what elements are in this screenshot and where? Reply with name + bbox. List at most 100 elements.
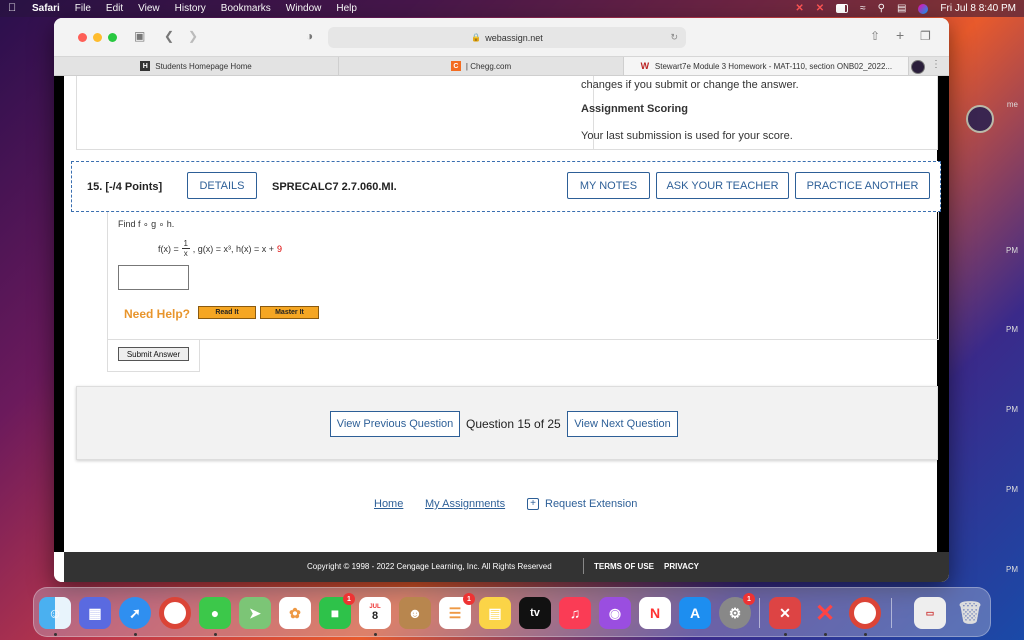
chrome-icon[interactable] <box>159 597 191 629</box>
dock-running-dot <box>374 633 377 636</box>
zoom-window-button[interactable] <box>108 32 117 42</box>
ask-teacher-button[interactable]: ASK YOUR TEACHER <box>656 172 789 199</box>
menu-edit[interactable]: Edit <box>106 3 123 14</box>
tab-label: Students Homepage Home <box>155 61 252 71</box>
f-definition-label: f(x) = <box>158 243 179 254</box>
need-help-label: Need Help? <box>124 307 191 321</box>
url-text: webassign.net <box>485 32 543 43</box>
battery-icon[interactable] <box>836 4 849 13</box>
menu-clock[interactable]: Fri Jul 8 8:40 PM <box>940 3 1016 14</box>
launchpad-icon[interactable]: ▦ <box>79 597 111 629</box>
details-button[interactable]: DETAILS <box>187 172 257 199</box>
siri-icon[interactable] <box>918 3 929 14</box>
my-notes-button[interactable]: MY NOTES <box>567 172 650 199</box>
view-previous-question-button[interactable]: View Previous Question <box>330 411 460 437</box>
sidebar-toggle-icon[interactable]: ▣ <box>134 29 145 43</box>
menu-history[interactable]: History <box>175 3 206 14</box>
question-navigation: View Previous Question Question 15 of 25… <box>76 386 938 460</box>
app-icon-2[interactable]: ✕ <box>809 597 841 629</box>
profile-avatar[interactable] <box>911 60 925 74</box>
tab-chegg[interactable]: C | Chegg.com <box>339 57 624 75</box>
app-store-icon[interactable]: A <box>679 597 711 629</box>
h-constant: 9 <box>277 243 283 254</box>
side-label: PM <box>1006 325 1018 334</box>
master-it-button[interactable]: Master It <box>260 306 319 319</box>
menu-file[interactable]: File <box>75 3 91 14</box>
tab-webassign[interactable]: W Stewart7e Module 3 Homework - MAT-110,… <box>624 57 909 75</box>
page-content: changes if you submit or change the answ… <box>54 76 949 582</box>
contacts-icon[interactable]: ☻ <box>399 597 431 629</box>
close-window-button[interactable] <box>78 32 87 42</box>
answer-input[interactable] <box>118 265 189 290</box>
copyright-text: Copyright © 1998 - 2022 Cengage Learning… <box>307 562 552 571</box>
share-icon[interactable]: ⇧ <box>870 29 880 43</box>
practice-another-button[interactable]: PRACTICE ANOTHER <box>795 172 930 199</box>
forward-icon[interactable]: ❯ <box>188 29 198 43</box>
browser-window: ▣ ❮ ❯ ◑ 🔒 webassign.net ↻ ⇧ + ❐ H Studen… <box>54 18 949 582</box>
notes-icon[interactable]: ▤ <box>479 597 511 629</box>
submit-answer-button[interactable]: Submit Answer <box>118 347 189 361</box>
webassign-favicon-icon: W <box>640 61 650 71</box>
more-options-icon[interactable]: ⋮ <box>931 59 941 70</box>
minimize-window-button[interactable] <box>93 32 102 42</box>
copyright-bar: Copyright © 1998 - 2022 Cengage Learning… <box>64 552 949 582</box>
menu-window[interactable]: Window <box>286 3 322 14</box>
home-link[interactable]: Home <box>374 498 403 510</box>
dock-running-dot <box>54 633 57 636</box>
podcasts-icon[interactable]: ◉ <box>599 597 631 629</box>
read-it-button[interactable]: Read It <box>198 306 256 319</box>
apple-menu-icon[interactable]:  <box>8 3 18 14</box>
facetime-icon[interactable]: ■ 1 <box>319 593 355 629</box>
finder-icon[interactable]: ☺ <box>39 597 71 629</box>
back-icon[interactable]: ❮ <box>164 29 174 43</box>
dock-running-dot <box>134 633 137 636</box>
menu-bookmarks[interactable]: Bookmarks <box>221 3 271 14</box>
address-bar[interactable]: 🔒 webassign.net ↻ <box>328 27 686 48</box>
maps-icon[interactable]: ➤ <box>239 597 271 629</box>
new-tab-icon[interactable]: + <box>896 27 904 43</box>
document-thumbnail-icon[interactable]: ▭ <box>914 597 946 629</box>
reminders-icon[interactable]: ☰ 1 <box>439 593 475 629</box>
wifi-icon[interactable]: ≈ <box>860 3 866 14</box>
request-extension-link[interactable]: + Request Extension <box>527 498 637 510</box>
messages-icon[interactable]: ● <box>199 597 231 629</box>
calendar-icon[interactable]: JUL 8 <box>359 597 391 629</box>
reload-icon[interactable]: ↻ <box>670 32 678 43</box>
control-center-icon[interactable]: ▤ <box>897 3 906 14</box>
question-body: Find f ∘ g ∘ h. f(x) = 1 x , g(x) = x³, … <box>107 212 939 340</box>
question-number: 15. [-/4 Points] <box>87 181 163 193</box>
status-app-icon-2[interactable]: ✕ <box>816 3 824 14</box>
music-icon[interactable]: ♫ <box>559 597 591 629</box>
spotlight-icon[interactable]: ⚲ <box>878 3 885 14</box>
safari-icon[interactable]: ➚ <box>119 597 151 629</box>
apple-tv-icon[interactable]: tv <box>519 597 551 629</box>
tab-overview-icon[interactable]: ❐ <box>920 29 931 43</box>
menu-help[interactable]: Help <box>336 3 357 14</box>
app-icon[interactable]: ✕ <box>769 597 801 629</box>
menu-app-name[interactable]: Safari <box>32 3 60 14</box>
lock-icon: 🔒 <box>471 33 482 42</box>
terms-of-use-link[interactable]: TERMS OF USE <box>594 562 654 571</box>
divider <box>583 558 584 574</box>
assignment-scoring-text: Your last submission is used for your sc… <box>581 130 793 142</box>
window-controls <box>78 32 117 42</box>
question-header: 15. [-/4 Points] DETAILS SPRECALC7 2.7.0… <box>71 161 941 212</box>
fraction-denominator: x <box>183 249 188 258</box>
trash-icon[interactable]: 🗑 <box>954 597 986 629</box>
chrome-icon-2[interactable] <box>849 597 881 629</box>
news-icon[interactable]: N <box>639 597 671 629</box>
dock-running-dot <box>824 633 827 636</box>
dock-separator <box>891 598 892 628</box>
view-next-question-button[interactable]: View Next Question <box>567 411 678 437</box>
status-app-icon[interactable]: ✕ <box>795 3 803 14</box>
privacy-shield-icon[interactable]: ◑ <box>306 29 313 43</box>
side-avatar[interactable] <box>966 105 994 133</box>
system-preferences-icon[interactable]: ⚙ 1 <box>719 593 755 629</box>
fraction-numerator: 1 <box>183 239 188 248</box>
menu-view[interactable]: View <box>138 3 160 14</box>
privacy-link[interactable]: PRIVACY <box>664 562 699 571</box>
tab-students-homepage[interactable]: H Students Homepage Home <box>54 57 339 75</box>
side-label: me <box>1006 100 1018 109</box>
my-assignments-link[interactable]: My Assignments <box>425 498 505 510</box>
photos-icon[interactable]: ✿ <box>279 597 311 629</box>
